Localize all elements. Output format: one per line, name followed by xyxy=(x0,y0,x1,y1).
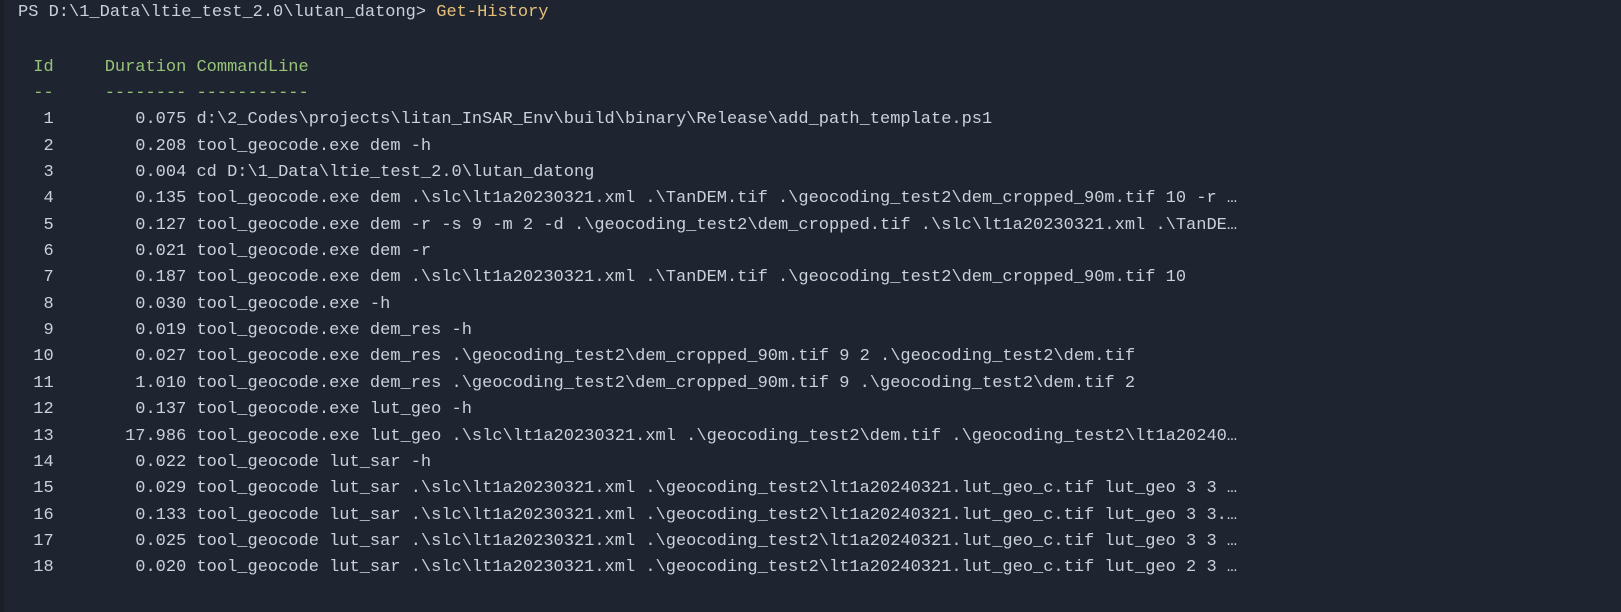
cell-id: 8 xyxy=(18,292,54,318)
editor-gutter xyxy=(0,0,4,612)
cell-id: 10 xyxy=(18,344,54,370)
cell-commandline: tool_geocode.exe dem_res -h xyxy=(196,321,471,340)
table-row: 10 0.027 tool_geocode.exe dem_res .\geoc… xyxy=(18,344,1621,370)
prompt-separator: > xyxy=(416,3,436,22)
cell-commandline: tool_geocode lut_sar .\slc\lt1a20230321.… xyxy=(196,532,1237,551)
cell-duration: 0.137 xyxy=(64,397,186,423)
cell-id: 13 xyxy=(18,424,54,450)
cell-duration: 0.025 xyxy=(64,529,186,555)
cell-duration: 17.986 xyxy=(64,424,186,450)
prompt-prefix: PS xyxy=(18,3,49,22)
table-row: 13 17.986 tool_geocode.exe lut_geo .\slc… xyxy=(18,424,1621,450)
divider-commandline: ----------- xyxy=(196,81,308,107)
table-row: 9 0.019 tool_geocode.exe dem_res -h xyxy=(18,318,1621,344)
cell-commandline: tool_geocode lut_sar .\slc\lt1a20230321.… xyxy=(196,506,1237,525)
cell-id: 3 xyxy=(18,160,54,186)
prompt-line: PS D:\1_Data\ltie_test_2.0\lutan_datong>… xyxy=(18,0,1621,26)
table-header: Id Duration CommandLine xyxy=(18,55,1621,81)
cell-id: 14 xyxy=(18,450,54,476)
cell-id: 17 xyxy=(18,529,54,555)
cell-duration: 0.075 xyxy=(64,107,186,133)
cell-id: 1 xyxy=(18,107,54,133)
blank-line xyxy=(18,28,1621,54)
cell-id: 12 xyxy=(18,397,54,423)
table-body: 1 0.075 d:\2_Codes\projects\litan_InSAR_… xyxy=(18,107,1621,581)
cell-commandline: tool_geocode.exe lut_geo .\slc\lt1a20230… xyxy=(196,427,1237,446)
cell-commandline: tool_geocode lut_sar .\slc\lt1a20230321.… xyxy=(196,479,1237,498)
prompt-command: Get-History xyxy=(436,3,548,22)
cell-duration: 0.020 xyxy=(64,555,186,581)
cell-duration: 0.135 xyxy=(64,186,186,212)
cell-commandline: d:\2_Codes\projects\litan_InSAR_Env\buil… xyxy=(196,110,992,129)
cell-id: 7 xyxy=(18,265,54,291)
cell-duration: 0.021 xyxy=(64,239,186,265)
cell-id: 4 xyxy=(18,186,54,212)
cell-commandline: tool_geocode.exe lut_geo -h xyxy=(196,400,471,419)
cell-commandline: cd D:\1_Data\ltie_test_2.0\lutan_datong xyxy=(196,163,594,182)
table-row: 1 0.075 d:\2_Codes\projects\litan_InSAR_… xyxy=(18,107,1621,133)
header-id: Id xyxy=(18,55,54,81)
cell-commandline: tool_geocode.exe dem_res .\geocoding_tes… xyxy=(196,347,1135,366)
table-row: 6 0.021 tool_geocode.exe dem -r xyxy=(18,239,1621,265)
cell-duration: 0.027 xyxy=(64,344,186,370)
cell-duration: 0.019 xyxy=(64,318,186,344)
cell-commandline: tool_geocode.exe dem_res .\geocoding_tes… xyxy=(196,374,1135,393)
cell-duration: 0.004 xyxy=(64,160,186,186)
cell-duration: 0.030 xyxy=(64,292,186,318)
cell-commandline: tool_geocode.exe dem .\slc\lt1a20230321.… xyxy=(196,268,1186,287)
divider-id: -- xyxy=(18,81,54,107)
table-row: 2 0.208 tool_geocode.exe dem -h xyxy=(18,134,1621,160)
cell-commandline: tool_geocode lut_sar -h xyxy=(196,453,431,472)
cell-commandline: tool_geocode.exe dem .\slc\lt1a20230321.… xyxy=(196,189,1237,208)
cell-commandline: tool_geocode.exe dem -h xyxy=(196,137,431,156)
cell-duration: 0.127 xyxy=(64,213,186,239)
cell-id: 5 xyxy=(18,213,54,239)
table-row: 4 0.135 tool_geocode.exe dem .\slc\lt1a2… xyxy=(18,186,1621,212)
cell-commandline: tool_geocode.exe -h xyxy=(196,295,390,314)
cell-commandline: tool_geocode lut_sar .\slc\lt1a20230321.… xyxy=(196,558,1237,577)
cell-id: 11 xyxy=(18,371,54,397)
cell-id: 15 xyxy=(18,476,54,502)
table-row: 11 1.010 tool_geocode.exe dem_res .\geoc… xyxy=(18,371,1621,397)
cell-id: 18 xyxy=(18,555,54,581)
cell-duration: 0.029 xyxy=(64,476,186,502)
cell-duration: 0.208 xyxy=(64,134,186,160)
table-row: 12 0.137 tool_geocode.exe lut_geo -h xyxy=(18,397,1621,423)
cell-duration: 0.022 xyxy=(64,450,186,476)
prompt-path: D:\1_Data\ltie_test_2.0\lutan_datong xyxy=(49,3,416,22)
cell-commandline: tool_geocode.exe dem -r xyxy=(196,242,431,261)
cell-id: 16 xyxy=(18,503,54,529)
table-row: 5 0.127 tool_geocode.exe dem -r -s 9 -m … xyxy=(18,213,1621,239)
table-row: 16 0.133 tool_geocode lut_sar .\slc\lt1a… xyxy=(18,503,1621,529)
cell-id: 6 xyxy=(18,239,54,265)
table-row: 7 0.187 tool_geocode.exe dem .\slc\lt1a2… xyxy=(18,265,1621,291)
cell-duration: 1.010 xyxy=(64,371,186,397)
table-row: 17 0.025 tool_geocode lut_sar .\slc\lt1a… xyxy=(18,529,1621,555)
cell-duration: 0.187 xyxy=(64,265,186,291)
cell-duration: 0.133 xyxy=(64,503,186,529)
table-row: 14 0.022 tool_geocode lut_sar -h xyxy=(18,450,1621,476)
cell-id: 9 xyxy=(18,318,54,344)
table-divider: -- -------- ----------- xyxy=(18,81,1621,107)
table-row: 15 0.029 tool_geocode lut_sar .\slc\lt1a… xyxy=(18,476,1621,502)
header-commandline: CommandLine xyxy=(196,55,308,81)
table-row: 3 0.004 cd D:\1_Data\ltie_test_2.0\lutan… xyxy=(18,160,1621,186)
divider-duration: -------- xyxy=(64,81,186,107)
terminal-output[interactable]: PS D:\1_Data\ltie_test_2.0\lutan_datong>… xyxy=(0,0,1621,582)
table-row: 18 0.020 tool_geocode lut_sar .\slc\lt1a… xyxy=(18,555,1621,581)
cell-commandline: tool_geocode.exe dem -r -s 9 -m 2 -d .\g… xyxy=(196,216,1237,235)
table-row: 8 0.030 tool_geocode.exe -h xyxy=(18,292,1621,318)
cell-id: 2 xyxy=(18,134,54,160)
header-duration: Duration xyxy=(64,55,186,81)
